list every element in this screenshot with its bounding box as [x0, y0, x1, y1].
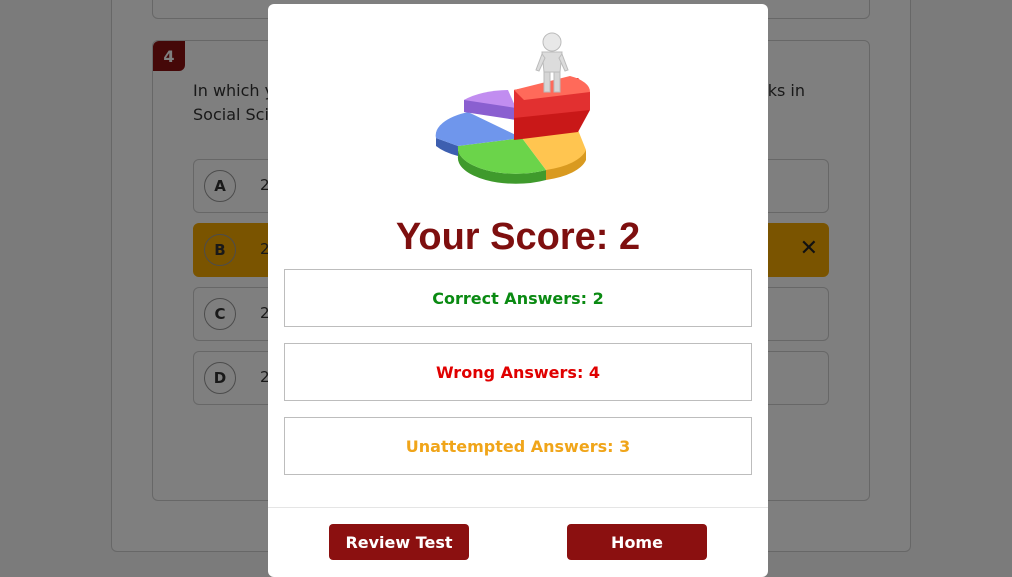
wrong-answers-box: Wrong Answers: 4: [284, 343, 752, 401]
score-title: Your Score: 2: [395, 216, 641, 258]
unattempted-answers-box: Unattempted Answers: 3: [284, 417, 752, 475]
pie-chart-figure-icon: [435, 32, 591, 184]
modal-footer: Review Test Home: [268, 507, 768, 577]
review-test-button[interactable]: Review Test: [329, 524, 469, 560]
home-button[interactable]: Home: [567, 524, 707, 560]
correct-answers-box: Correct Answers: 2: [284, 269, 752, 327]
score-modal: Your Score: 2 Correct Answers: 2 Wrong A…: [268, 4, 768, 577]
